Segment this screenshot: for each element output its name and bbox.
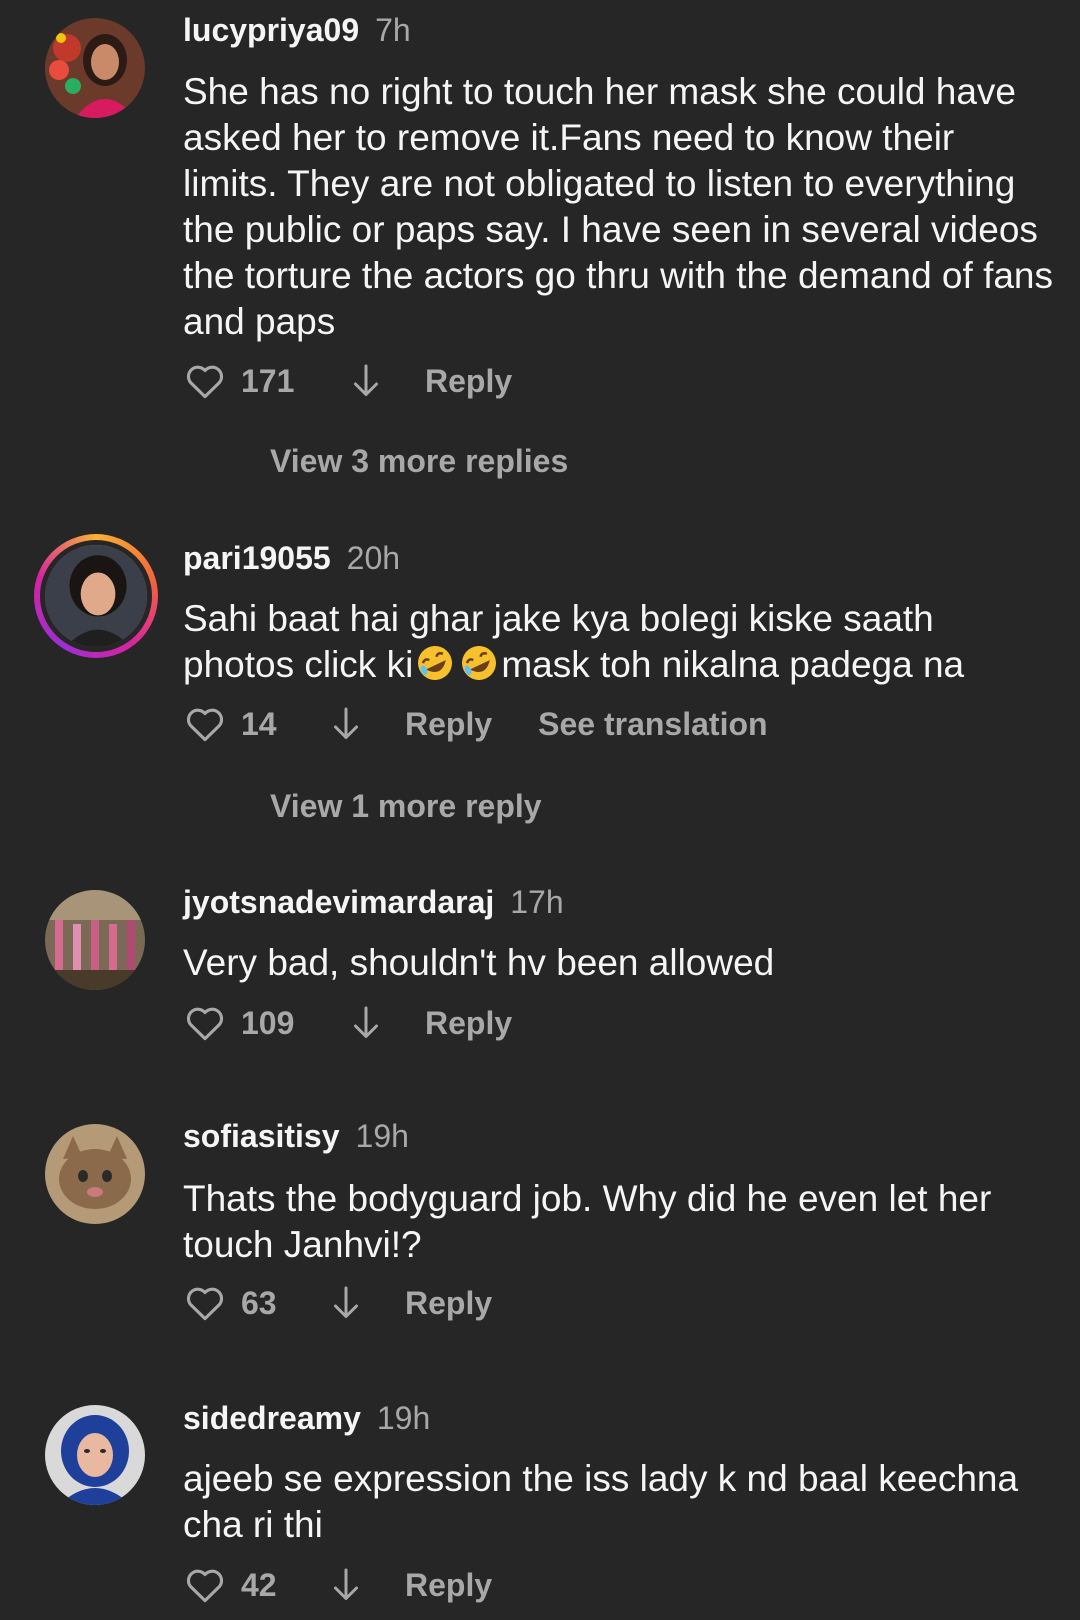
down-arrow-icon[interactable] (351, 1005, 381, 1041)
username[interactable]: pari19055 (183, 540, 331, 576)
username[interactable]: lucypriya09 (183, 12, 359, 48)
avatar-image (45, 1124, 145, 1224)
avatar[interactable] (34, 534, 158, 658)
reply-button[interactable]: Reply (405, 706, 492, 743)
heart-icon[interactable] (183, 1281, 227, 1325)
down-arrow-icon[interactable] (351, 363, 381, 399)
avatar-image (45, 890, 145, 990)
reply-button[interactable]: Reply (405, 1285, 492, 1322)
avatar-image (45, 18, 145, 118)
like-count: 14 (241, 705, 277, 742)
avatar-image (40, 540, 152, 652)
username[interactable]: sidedreamy (183, 1400, 361, 1436)
timestamp: 19h (376, 1400, 431, 1436)
see-translation-button[interactable]: See translation (538, 706, 767, 743)
reply-button[interactable]: Reply (425, 363, 512, 400)
reply-button[interactable]: Reply (425, 1005, 512, 1042)
avatar[interactable] (45, 1124, 145, 1224)
heart-icon[interactable] (183, 1563, 227, 1607)
down-arrow-icon[interactable] (331, 706, 361, 742)
avatar[interactable] (45, 18, 145, 118)
heart-icon[interactable] (183, 702, 227, 746)
view-more-replies[interactable]: View 1 more reply (270, 786, 542, 826)
timestamp: 7h (375, 12, 411, 48)
down-arrow-icon[interactable] (331, 1285, 361, 1321)
heart-icon[interactable] (183, 359, 227, 403)
timestamp: 17h (510, 884, 564, 920)
laughing-emoji-icon (415, 643, 455, 683)
reply-button[interactable]: Reply (405, 1567, 492, 1604)
avatar[interactable] (45, 1405, 145, 1505)
avatar-image (45, 1405, 145, 1505)
avatar[interactable] (45, 890, 145, 990)
timestamp: 19h (355, 1118, 409, 1154)
like-count: 109 (241, 1004, 295, 1041)
username[interactable]: sofiasitisy (183, 1118, 340, 1154)
comment-text: ajeeb se expression the iss lady k nd ba… (183, 1458, 1019, 1545)
username[interactable]: jyotsnadevimardaraj (183, 884, 494, 920)
comment-text: She has no right to touch her mask she c… (183, 71, 1054, 342)
comment-text-part: mask toh nikalna padega na (501, 644, 965, 685)
comment-text: Very bad, shouldn't hv been allowed (183, 942, 775, 983)
like-count: 63 (241, 1284, 277, 1321)
comment-text: Thats the bodyguard job. Why did he even… (183, 1178, 992, 1265)
down-arrow-icon[interactable] (331, 1567, 361, 1603)
laughing-emoji-icon (459, 643, 499, 683)
like-count: 171 (241, 362, 295, 399)
like-count: 42 (241, 1566, 277, 1603)
comments-feed: lucypriya09 7h She has no right to touch … (0, 0, 1080, 1620)
heart-icon[interactable] (183, 1001, 227, 1045)
view-more-replies[interactable]: View 3 more replies (270, 441, 568, 481)
timestamp: 20h (346, 540, 401, 576)
comment-text: Sahi baat hai ghar jake kya bolegi kiske… (183, 596, 1053, 688)
